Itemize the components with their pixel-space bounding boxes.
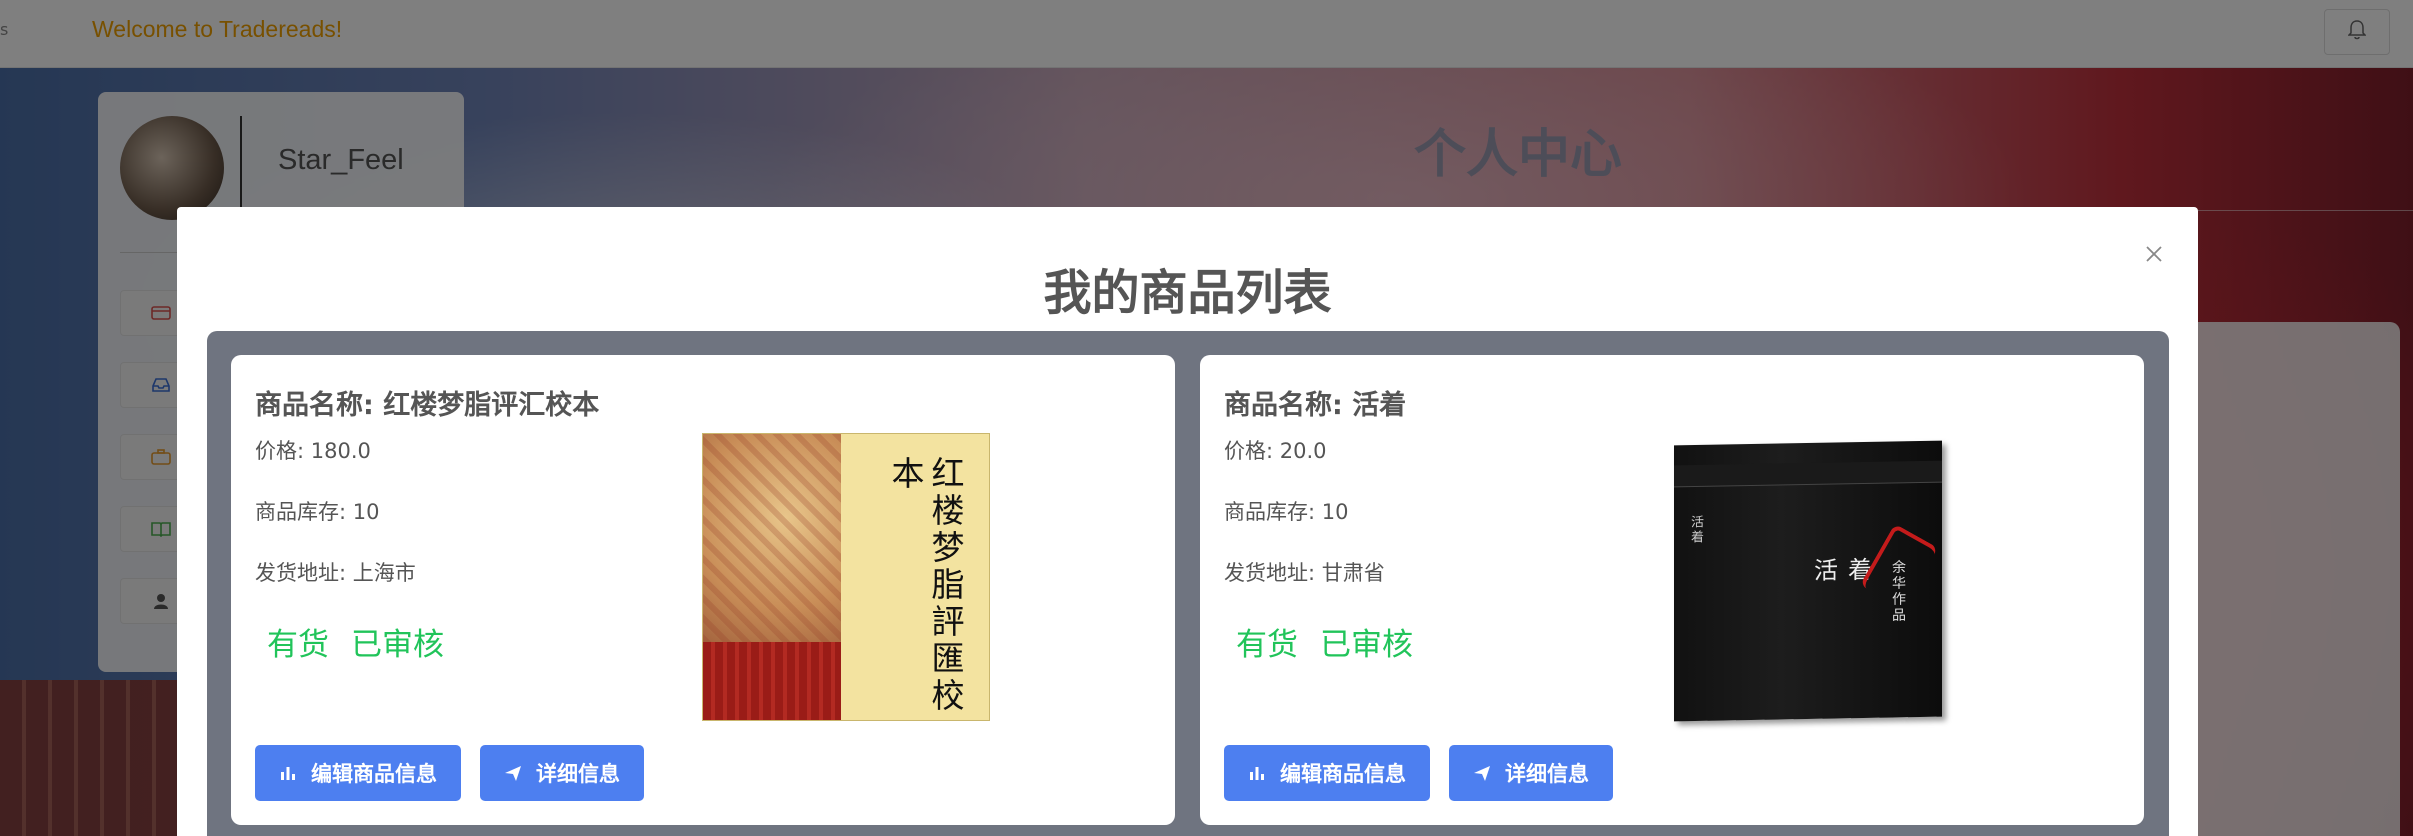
edit-product-label: 编辑商品信息 — [311, 762, 437, 786]
close-button[interactable] — [2139, 239, 2169, 269]
details-button[interactable]: 详细信息 — [480, 745, 644, 801]
product-name-label: 商品名称: — [1224, 390, 1353, 421]
cover-subtitle: 余华作品 — [1890, 559, 1906, 624]
details-label: 详细信息 — [536, 762, 620, 786]
product-stock: 商品库存: 10 — [255, 500, 380, 524]
review-status: 已审核 — [1320, 627, 1413, 663]
availability-status: 有货 — [1236, 627, 1298, 663]
product-card: 商品名称: 活着 价格: 20.0 商品库存: 10 发货地址: 甘肃省 有货 … — [1200, 355, 2144, 825]
availability-status: 有货 — [267, 627, 329, 663]
product-card: 商品名称: 红楼梦脂评汇校本 价格: 180.0 商品库存: 10 发货地址: … — [231, 355, 1175, 825]
edit-product-label: 编辑商品信息 — [1280, 762, 1406, 786]
bar-chart-icon — [1248, 764, 1266, 782]
product-name-label: 商品名称: — [255, 390, 384, 421]
cover-title: 红楼梦脂評匯校本 — [886, 456, 965, 715]
edit-product-button[interactable]: 编辑商品信息 — [1224, 745, 1430, 801]
product-price: 价格: 180.0 — [255, 439, 371, 463]
edit-product-button[interactable]: 编辑商品信息 — [255, 745, 461, 801]
cover-illustration — [703, 434, 841, 642]
book-cover-image: 活着 活着 余华作品 — [1658, 433, 1946, 722]
product-name: 商品名称: 活着 — [1224, 383, 1406, 422]
product-name-value: 活着 — [1352, 390, 1407, 421]
details-button[interactable]: 详细信息 — [1449, 745, 1613, 801]
product-list-modal: 我的商品列表 商品名称: 红楼梦脂评汇校本 价格: 180.0 商品库存: 10… — [177, 207, 2198, 836]
product-price: 价格: 20.0 — [1224, 439, 1327, 463]
product-list: 商品名称: 红楼梦脂评汇校本 价格: 180.0 商品库存: 10 发货地址: … — [207, 331, 2169, 836]
product-name-value: 红楼梦脂评汇校本 — [383, 390, 600, 421]
review-status: 已审核 — [351, 627, 444, 663]
bar-chart-icon — [279, 764, 297, 782]
details-label: 详细信息 — [1505, 762, 1589, 786]
cover-band — [703, 642, 841, 720]
send-icon — [1473, 764, 1491, 782]
modal-title: 我的商品列表 — [1043, 265, 1332, 321]
cover-band — [1674, 460, 1942, 488]
book-body: 活着 活着 余华作品 — [1674, 440, 1942, 722]
cover-spine-title: 活着 — [1688, 514, 1703, 546]
product-stock: 商品库存: 10 — [1224, 500, 1349, 524]
product-name: 商品名称: 红楼梦脂评汇校本 — [255, 383, 599, 422]
close-icon — [2146, 246, 2162, 262]
product-address: 发货地址: 甘肃省 — [1224, 561, 1385, 585]
book-cover-image: 红楼梦脂評匯校本 — [702, 433, 990, 721]
send-icon — [504, 764, 522, 782]
product-address: 发货地址: 上海市 — [255, 561, 416, 585]
